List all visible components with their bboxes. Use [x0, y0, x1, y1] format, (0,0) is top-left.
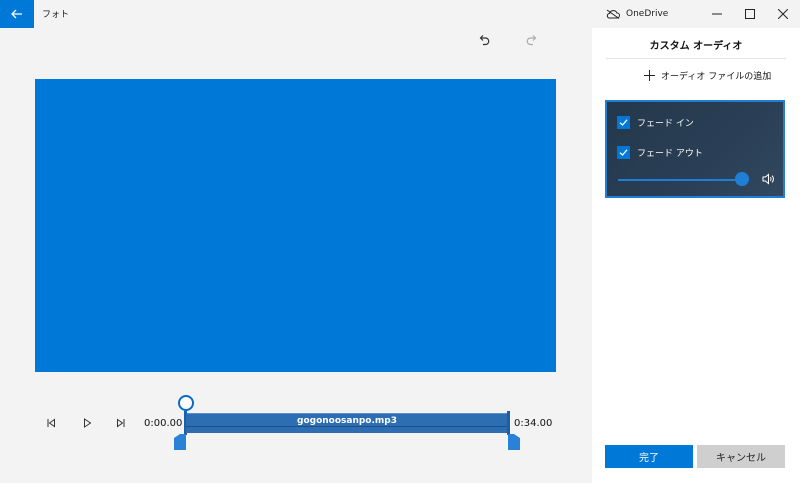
title-bar: フォト OneDrive: [0, 0, 800, 28]
track-waveform-line: [186, 426, 508, 427]
previous-frame-button[interactable]: [43, 415, 59, 431]
maximize-icon: [745, 9, 755, 19]
maximize-button[interactable]: [733, 0, 767, 28]
volume-slider-track[interactable]: [618, 179, 742, 181]
volume-button[interactable]: [761, 172, 775, 186]
close-button[interactable]: [766, 0, 800, 28]
panel-title: カスタム オーディオ: [649, 41, 743, 52]
add-audio-file-button[interactable]: オーディオ ファイルの追加: [644, 67, 771, 83]
fade-out-label: フェード アウト: [637, 148, 703, 159]
trim-end-handle[interactable]: [508, 434, 520, 450]
redo-button[interactable]: [522, 30, 542, 50]
play-button[interactable]: [79, 415, 95, 431]
next-frame-icon: [117, 418, 125, 428]
fade-in-check: [617, 115, 630, 129]
back-arrow-icon: [11, 9, 22, 19]
undo-button[interactable]: [474, 30, 494, 50]
onedrive-button[interactable]: OneDrive: [606, 6, 668, 22]
cancel-button[interactable]: キャンセル: [697, 445, 785, 468]
minimize-icon: [712, 13, 722, 15]
video-preview: [35, 79, 556, 372]
volume-slider-thumb[interactable]: [735, 172, 749, 186]
audio-track[interactable]: gogonoosanpo.mp3: [186, 413, 508, 433]
checkmark-icon: [619, 148, 628, 156]
play-icon: [84, 418, 92, 428]
fade-settings-box: フェード イン フェード アウト: [605, 100, 785, 198]
panel-divider: [606, 58, 786, 59]
minimize-button[interactable]: [700, 0, 734, 28]
close-icon: [778, 9, 788, 19]
trim-start-handle[interactable]: [174, 434, 186, 450]
undo-icon: [479, 35, 490, 46]
onedrive-label: OneDrive: [626, 9, 669, 19]
fade-in-label: フェード イン: [637, 118, 694, 129]
track-end-edge: [507, 411, 510, 435]
onedrive-icon: [606, 9, 620, 19]
checkmark-icon: [619, 118, 628, 126]
redo-icon: [526, 35, 537, 46]
time-start: 0:00.00: [144, 418, 183, 429]
fade-out-checkbox[interactable]: フェード アウト: [617, 144, 703, 160]
plus-icon: [644, 69, 655, 81]
app-title: フォト: [42, 10, 70, 20]
back-button[interactable]: [0, 0, 34, 28]
done-button[interactable]: 完了: [605, 445, 693, 468]
fade-in-checkbox[interactable]: フェード イン: [617, 114, 694, 130]
audio-track-filename: gogonoosanpo.mp3: [297, 416, 397, 426]
next-frame-button[interactable]: [113, 415, 129, 431]
custom-audio-panel: カスタム オーディオ オーディオ ファイルの追加 フェード イン フェード アウ…: [592, 28, 800, 483]
add-audio-file-label: オーディオ ファイルの追加: [661, 71, 772, 82]
playhead-scrubber[interactable]: [178, 395, 194, 411]
previous-frame-icon: [47, 418, 55, 428]
volume-icon: [762, 173, 774, 185]
time-end: 0:34.00: [514, 418, 553, 429]
fade-out-check: [617, 145, 630, 159]
